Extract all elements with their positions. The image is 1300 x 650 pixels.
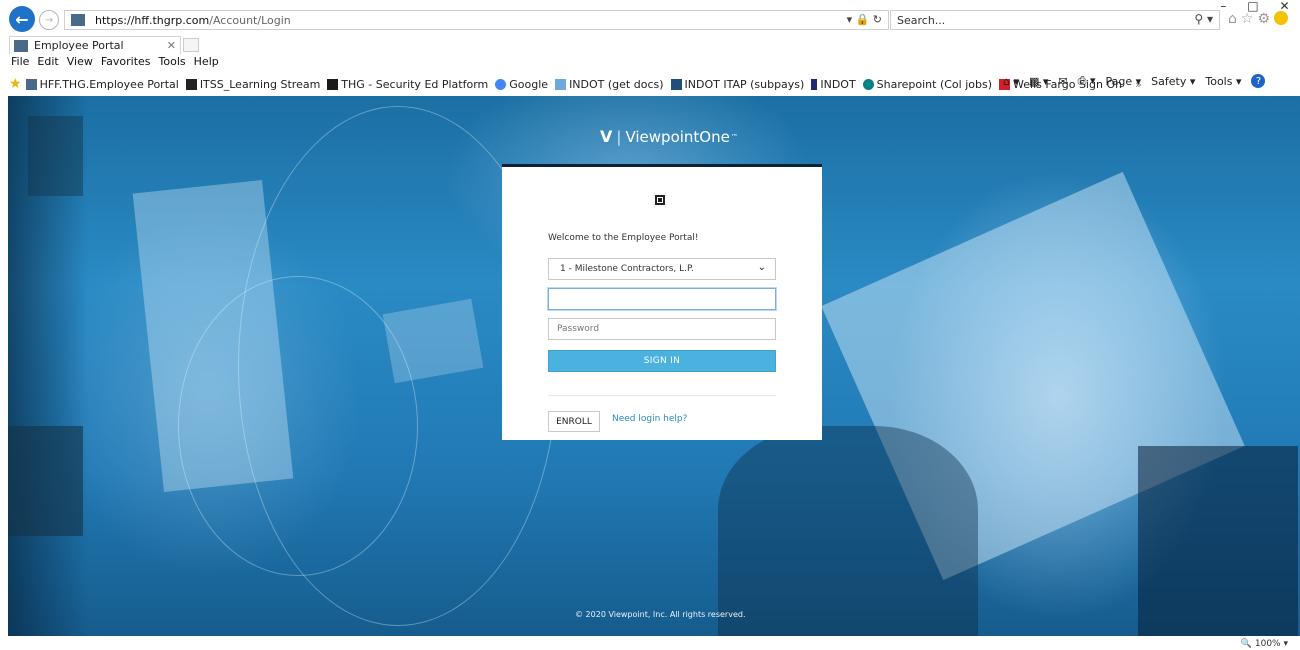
search-input[interactable]: Search... ⚲ ▾ — [890, 10, 1220, 30]
help-icon[interactable]: ? — [1251, 74, 1266, 88]
favorite-item[interactable]: Sharepoint (Col jobs) — [862, 78, 992, 91]
brand-name: ViewpointOne — [625, 127, 730, 146]
print-icon[interactable]: ⎙ ▾ — [1078, 74, 1096, 88]
viewpoint-mark-icon: V — [600, 127, 613, 146]
favorite-item[interactable]: INDOT ITAP (subpays) — [670, 78, 804, 91]
tab-favicon-icon — [14, 39, 28, 52]
new-tab-button[interactable] — [183, 38, 199, 52]
company-select[interactable]: 1 - Milestone Contractors, L.P. ⌄ — [548, 258, 776, 280]
login-help-link[interactable]: Need login help? — [612, 414, 687, 424]
favorite-item[interactable]: INDOT (get docs) — [555, 78, 664, 91]
favorite-icon — [25, 78, 37, 90]
menu-file[interactable]: File — [11, 55, 29, 71]
smiley-feedback-icon[interactable] — [1274, 11, 1289, 25]
favorite-item[interactable]: Google — [495, 78, 548, 91]
back-button[interactable]: ← — [9, 6, 35, 32]
status-bar: 🔍 100% ▾ — [0, 638, 1300, 650]
search-placeholder: Search... — [897, 13, 946, 27]
favorite-item[interactable]: THG - Security Ed Platform — [327, 78, 488, 91]
home-menu-icon[interactable]: ⌂ ▾ — [1003, 75, 1019, 88]
favorite-item[interactable]: INDOT — [811, 78, 856, 91]
favorites-bar: ★ HFF.THG.Employee Portal ITSS_Learning … — [9, 74, 1300, 94]
arrow-right-icon: → — [44, 14, 54, 26]
page-content: V | ViewpointOne ™ Welcome to the Employ… — [8, 96, 1300, 636]
enroll-button[interactable]: ENROLL — [548, 411, 600, 432]
company-selected-value: 1 - Milestone Contractors, L.P. — [560, 264, 694, 274]
menu-view[interactable]: View — [67, 55, 93, 71]
address-row: ← → https://hff.thgrp.com/Account/Login … — [0, 6, 1300, 34]
welcome-message: Welcome to the Employee Portal! — [548, 233, 699, 243]
mail-icon[interactable]: ✉ — [1058, 75, 1067, 88]
gear-icon[interactable]: ⚙ — [1257, 11, 1270, 27]
brand-logo: V | ViewpointOne ™ — [600, 127, 738, 146]
tab-employee-portal[interactable]: Employee Portal ✕ — [9, 36, 181, 54]
tools-menu[interactable]: Tools ▾ — [1205, 75, 1241, 88]
forward-button[interactable]: → — [39, 10, 59, 30]
trademark: ™ — [730, 132, 738, 141]
search-icon[interactable]: ⚲ ▾ — [1194, 12, 1213, 26]
arrow-left-icon: ← — [15, 9, 29, 29]
login-card: Welcome to the Employee Portal! 1 - Mile… — [502, 164, 822, 440]
password-input[interactable] — [548, 318, 776, 340]
zoom-control[interactable]: 🔍 100% ▾ — [1241, 639, 1288, 649]
url-text: https://hff.thgrp.com/Account/Login — [95, 13, 291, 27]
background-shape — [718, 426, 978, 636]
page-menu[interactable]: Page ▾ — [1105, 75, 1141, 88]
background-wire — [178, 276, 418, 576]
brand-divider: | — [616, 127, 622, 146]
favorite-item[interactable]: HFF.THG.Employee Portal — [25, 78, 179, 91]
address-tools[interactable]: ▾ 🔒 ↻ — [847, 13, 882, 26]
close-tab-icon[interactable]: ✕ — [167, 39, 176, 52]
sharepoint-icon — [862, 78, 874, 90]
tab-row: Employee Portal ✕ — [0, 35, 1300, 54]
copyright-text: © 2020 Viewpoint, Inc. All rights reserv… — [575, 610, 746, 619]
safety-menu[interactable]: Safety ▾ — [1151, 75, 1195, 88]
browser-icons: ⌂ ☆ ⚙ — [1228, 11, 1289, 27]
favorite-icon — [327, 78, 339, 90]
sign-in-button[interactable]: SIGN IN — [548, 350, 776, 372]
divider — [548, 395, 776, 396]
favorite-icon — [811, 78, 818, 90]
company-logo-icon — [655, 195, 665, 205]
favorite-item[interactable]: ITSS_Learning Stream — [185, 78, 320, 91]
favorite-icon — [670, 78, 682, 90]
feeds-icon[interactable]: ▩ ▾ — [1029, 75, 1048, 88]
menu-tools[interactable]: Tools — [159, 55, 186, 71]
background-shape — [1138, 446, 1298, 636]
background-shape — [8, 426, 83, 536]
username-input[interactable] — [548, 288, 776, 310]
favorite-icon — [185, 78, 197, 90]
site-favicon-icon — [71, 14, 85, 26]
menu-bar: File Edit View Favorites Tools Help — [11, 55, 219, 71]
chevron-down-icon: ⌄ — [757, 262, 766, 273]
menu-help[interactable]: Help — [194, 55, 219, 71]
favorites-star-icon[interactable]: ★ — [9, 76, 22, 92]
tab-title: Employee Portal — [34, 39, 124, 52]
address-bar[interactable]: https://hff.thgrp.com/Account/Login ▾ 🔒 … — [64, 10, 889, 30]
background-shape — [28, 116, 83, 196]
menu-edit[interactable]: Edit — [37, 55, 58, 71]
star-icon[interactable]: ☆ — [1241, 11, 1254, 27]
zoom-icon: 🔍 — [1240, 639, 1252, 649]
google-icon — [495, 78, 507, 90]
home-icon[interactable]: ⌂ — [1228, 11, 1237, 27]
command-bar: ⌂ ▾ ▩ ▾ ✉ ⎙ ▾ Page ▾ Safety ▾ Tools ▾ ? — [1003, 74, 1266, 88]
menu-favorites[interactable]: Favorites — [101, 55, 151, 71]
favorite-icon — [555, 78, 567, 90]
